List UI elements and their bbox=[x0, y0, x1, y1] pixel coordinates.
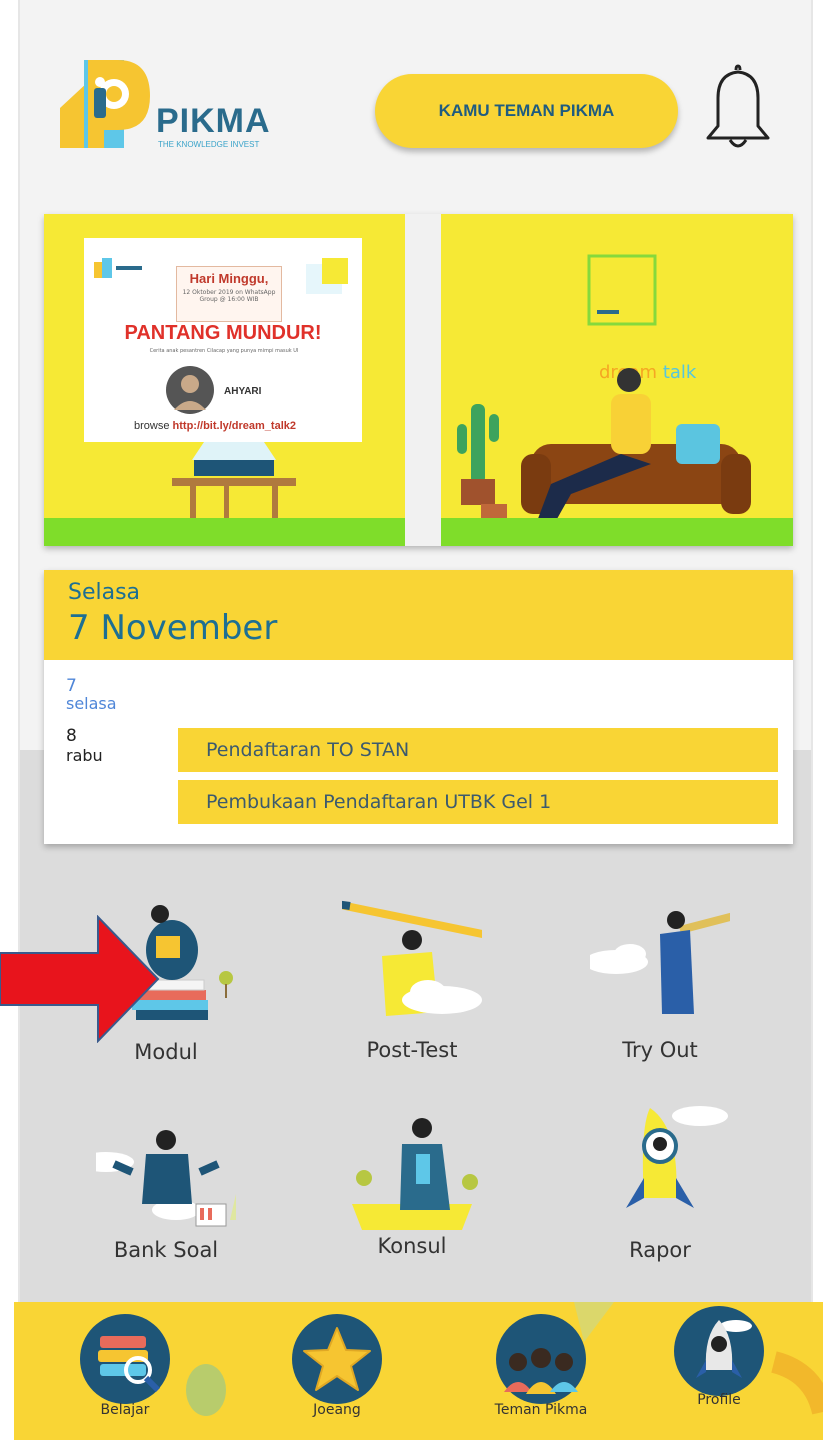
logo-subtitle: THE KNOWLEDGE INVEST bbox=[158, 140, 260, 149]
nav-belajar-label: Belajar bbox=[100, 1402, 150, 1418]
calendar-day-number[interactable]: 7 bbox=[66, 676, 77, 696]
poster-link: browse http://bit.ly/dream_talk2 bbox=[134, 420, 296, 432]
poster-date: Hari Minggu, bbox=[189, 271, 269, 286]
app-screen: PIKMA THE KNOWLEDGE INVEST KAMU TEMAN PI… bbox=[0, 0, 823, 1440]
calendar-card[interactable]: Selasa 7 November 7 selasa 8 rabu Pendaf… bbox=[44, 570, 793, 844]
menu-rapor[interactable]: Rapor bbox=[560, 1098, 760, 1278]
poster-badge-icon bbox=[306, 258, 348, 294]
pikma-logo-icon bbox=[60, 60, 150, 148]
calendar-header-day: Selasa bbox=[68, 580, 141, 605]
poster-date-sub: 12 Oktober 2019 on WhatsApp Group @ 16:0… bbox=[182, 289, 276, 303]
grass-right bbox=[441, 518, 793, 546]
menu-try-out-label: Try Out bbox=[622, 1038, 698, 1062]
nav-joeang-label: Joeang bbox=[313, 1402, 361, 1418]
bell-icon[interactable] bbox=[700, 62, 772, 154]
nav-teman-pikma-circle bbox=[496, 1314, 586, 1404]
projector-table-illustration bbox=[172, 442, 296, 522]
calendar-header: Selasa 7 November bbox=[44, 570, 793, 660]
calendar-event[interactable]: Pembukaan Pendaftaran UTBK Gel 1 bbox=[178, 780, 778, 824]
calendar-day-number[interactable]: 8 bbox=[66, 726, 77, 746]
nav-belajar-circle bbox=[80, 1314, 170, 1404]
poster-title: PANTANG MUNDUR! bbox=[124, 322, 322, 344]
rocket-icon bbox=[696, 1320, 752, 1378]
menu-rapor-label: Rapor bbox=[629, 1238, 691, 1262]
friends-icon bbox=[504, 1348, 578, 1394]
try-out-illustration-icon bbox=[590, 911, 730, 1014]
poster-link-prefix: browse bbox=[134, 420, 170, 432]
pikma-logo: PIKMA THE KNOWLEDGE INVEST bbox=[58, 58, 288, 158]
menu-bank-soal-label: Bank Soal bbox=[113, 1238, 219, 1262]
dreamtalk-frame-icon bbox=[587, 254, 657, 326]
nav-profile-label: Profile bbox=[697, 1392, 741, 1408]
post-test-illustration-icon bbox=[342, 900, 482, 1016]
annotation-arrow-icon bbox=[0, 915, 160, 1043]
poster-tagline: Cerita anak pesantren Cilacap yang punya… bbox=[149, 348, 299, 354]
poster-logo-icon bbox=[94, 258, 142, 278]
bank-soal-illustration-icon bbox=[96, 1130, 236, 1227]
menu-konsul-label: Konsul bbox=[377, 1234, 447, 1258]
kamu-teman-pikma-button[interactable]: KAMU TEMAN PIKMA bbox=[375, 74, 678, 148]
menu-modul-label: Modul bbox=[134, 1040, 198, 1064]
speaker-name: AHYARI bbox=[224, 386, 262, 397]
rapor-illustration-icon bbox=[626, 1106, 728, 1208]
nav-belajar[interactable]: Belajar bbox=[70, 1302, 180, 1440]
calendar-day-label[interactable]: selasa bbox=[66, 694, 117, 713]
calendar-event[interactable]: Pendaftaran TO STAN bbox=[178, 728, 778, 772]
nav-joeang-circle bbox=[292, 1314, 382, 1404]
promo-banner[interactable]: Hari Minggu, 12 Oktober 2019 on WhatsApp… bbox=[44, 214, 793, 546]
nav-profile[interactable]: Profile bbox=[664, 1302, 774, 1440]
banner-divider bbox=[405, 214, 441, 546]
poster-link-url: http://bit.ly/dream_talk2 bbox=[172, 420, 297, 432]
menu-post-test[interactable]: Post-Test bbox=[312, 896, 512, 1076]
nav-teman-pikma[interactable]: Teman Pikma bbox=[486, 1302, 596, 1440]
right-border bbox=[811, 0, 813, 1440]
books-icon bbox=[98, 1336, 161, 1393]
menu-bank-soal[interactable]: Bank Soal bbox=[66, 1124, 266, 1304]
konsul-illustration-icon bbox=[352, 1118, 478, 1230]
menu-konsul[interactable]: Konsul bbox=[312, 1114, 512, 1294]
nav-joeang[interactable]: Joeang bbox=[282, 1302, 392, 1440]
speaker-avatar bbox=[166, 366, 214, 414]
menu-try-out[interactable]: Try Out bbox=[560, 896, 760, 1076]
bottom-navigation: Belajar Joeang Teman Pikma Profile bbox=[14, 1302, 823, 1440]
star-icon bbox=[303, 1327, 371, 1391]
calendar-header-date: 7 November bbox=[68, 608, 278, 648]
left-border bbox=[18, 0, 20, 1440]
nav-teman-pikma-label: Teman Pikma bbox=[494, 1402, 588, 1418]
grass-left bbox=[44, 518, 405, 546]
poster-card: Hari Minggu, 12 Oktober 2019 on WhatsApp… bbox=[84, 238, 362, 442]
nav-profile-circle bbox=[674, 1306, 764, 1396]
banner-slide-dreamtalk: dream talk bbox=[441, 214, 793, 546]
poster-date-box: Hari Minggu, 12 Oktober 2019 on WhatsApp… bbox=[176, 266, 282, 322]
menu-post-test-label: Post-Test bbox=[366, 1038, 458, 1062]
logo-text: PIKMA bbox=[156, 102, 271, 140]
banner-slide-poster: Hari Minggu, 12 Oktober 2019 on WhatsApp… bbox=[44, 214, 405, 546]
calendar-day-label[interactable]: rabu bbox=[66, 746, 103, 765]
